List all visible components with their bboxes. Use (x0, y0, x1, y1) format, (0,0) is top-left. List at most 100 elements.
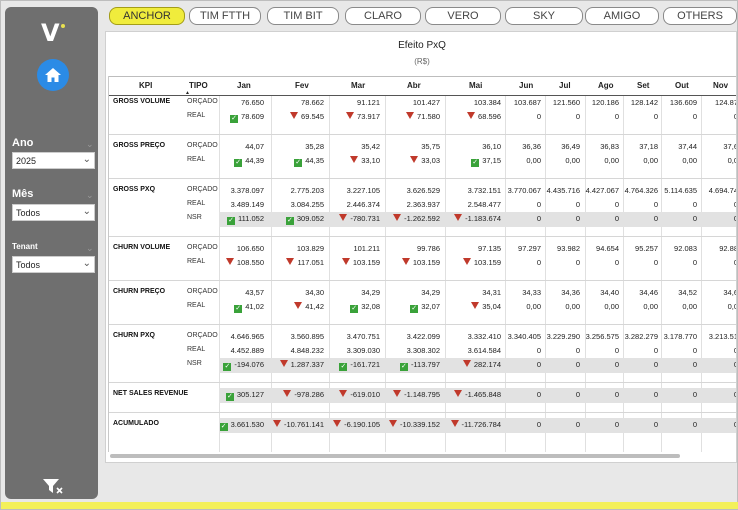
tab-tim-ftth[interactable]: TIM FTTH (189, 7, 261, 25)
column-header[interactable]: Nov (713, 81, 728, 90)
table-cell: 3.489.149 (231, 200, 264, 209)
table-cell: 4.452.889 (231, 346, 264, 355)
cell-value: 34,40 (600, 288, 619, 297)
table-cell: 4.646.965 (231, 332, 264, 341)
cell-value: 3.308.302 (406, 346, 440, 355)
tab-anchor[interactable]: ANCHOR (109, 7, 185, 25)
cell-value: 34,33 (522, 288, 541, 297)
table-cell: 78.662 (301, 98, 324, 107)
check-up-icon: ✓ (339, 363, 348, 371)
column-header[interactable]: Jun (519, 81, 533, 90)
row-divider (109, 134, 736, 135)
cell-value: 71.580 (417, 112, 440, 121)
tab-amigo[interactable]: AMIGO (585, 7, 659, 25)
cell-value: 95.257 (635, 244, 658, 253)
tab-sky[interactable]: SKY (505, 7, 583, 25)
row-divider (109, 324, 736, 325)
ano-chevron-icon[interactable]: ⌄ (86, 139, 94, 150)
triangle-down-icon (450, 420, 459, 427)
triangle-down-icon (393, 390, 402, 397)
clear-filters-button[interactable] (42, 477, 64, 500)
cell-value: 0 (575, 214, 580, 223)
cell-value: -1.148.795 (404, 390, 440, 399)
sort-arrow-icon[interactable]: ▲ (185, 90, 190, 96)
check-up-icon: ✓ (294, 159, 303, 167)
cell-value: 3.309.030 (346, 346, 380, 355)
mes-chevron-icon[interactable]: ⌄ (86, 190, 94, 201)
tenant-select[interactable]: Todos ⌄ (12, 256, 95, 273)
cell-value: 305.127 (236, 390, 264, 399)
column-header[interactable]: Out (675, 81, 689, 90)
kpi-label: ACUMULADO (113, 420, 159, 427)
table-cell: 0 (693, 346, 697, 355)
column-header[interactable]: Ago (598, 81, 614, 90)
tab-tim-bit[interactable]: TIM BIT (267, 7, 339, 25)
cell-value: 0 (653, 258, 658, 267)
table-cell: 0 (654, 346, 658, 355)
table-cell: 92.083 (674, 244, 697, 253)
table-cell: ✓ 44,35 (294, 156, 324, 167)
cell-value: 3.560.895 (290, 332, 324, 341)
table-cell: 0,00 (604, 302, 619, 311)
column-header[interactable]: Fev (295, 81, 309, 90)
table-cell: -619.010 (339, 390, 380, 399)
table-cell: 36,83 (600, 142, 619, 151)
column-header[interactable]: Jan (237, 81, 251, 90)
cell-value: 34,29 (421, 288, 440, 297)
app-frame: V Ano ⌄ 2025 ⌄ Mês ⌄ Todos ⌄ Tenant ⌄ To… (0, 0, 738, 510)
cell-value: 3.256.575 (585, 332, 619, 341)
triangle-down-icon (388, 420, 397, 427)
cell-value: 0 (653, 420, 658, 429)
cell-value: 78.662 (301, 98, 324, 107)
mes-select[interactable]: Todos ⌄ (12, 204, 95, 221)
cell-value: 0,00 (643, 302, 658, 311)
cell-value: -780.731 (350, 214, 380, 223)
table-cell: 71.580 (406, 112, 440, 121)
table-cell: -6.190.105 (333, 420, 380, 429)
tab-vero[interactable]: VERO (425, 7, 501, 25)
ano-select[interactable]: 2025 ⌄ (12, 152, 95, 169)
check-up-icon: ✓ (223, 363, 232, 371)
table-cell: 3.422.099 (407, 332, 440, 341)
column-header[interactable]: Mar (351, 81, 365, 90)
table-cell: 0 (615, 200, 619, 209)
cell-value: -10.761.141 (283, 420, 324, 429)
cell-value: 36,36 (522, 142, 541, 151)
cell-value: 0 (614, 112, 619, 121)
table-cell: 0 (654, 360, 658, 369)
cell-value: 92.083 (674, 244, 697, 253)
kpi-label: CHURN VOLUME (113, 244, 171, 251)
cell-value: 0 (653, 200, 658, 209)
tab-claro[interactable]: CLARO (345, 7, 421, 25)
table-cell: 0 (693, 258, 697, 267)
table-cell: 0 (576, 258, 580, 267)
cell-value: 32,07 (421, 302, 440, 311)
cell-value: -194.076 (234, 360, 264, 369)
column-header[interactable]: Jul (559, 81, 571, 90)
tipo-label: ORÇADO (187, 288, 218, 295)
column-header[interactable]: Mai (469, 81, 482, 90)
table-cell: 34,33 (522, 288, 541, 297)
cell-value: 2.775.203 (290, 186, 324, 195)
table-cell: 97.297 (518, 244, 541, 253)
table-cell: 4.435.716 (547, 186, 580, 195)
cell-value: 4.452.889 (230, 346, 264, 355)
report-subtitle: (R$) (414, 57, 430, 66)
home-button[interactable] (37, 59, 69, 91)
table-cell: ✓ 305.127 (225, 390, 264, 401)
cell-value: 5.114.635 (664, 186, 697, 195)
triangle-down-icon (410, 156, 419, 163)
cell-value: 34,6 (723, 288, 736, 297)
cell-value: 0 (536, 214, 541, 223)
cell-value: 0 (614, 360, 619, 369)
horizontal-scrollbar[interactable] (110, 454, 680, 458)
tab-others[interactable]: OTHERS (663, 7, 737, 25)
column-header[interactable]: Abr (407, 81, 421, 90)
cell-value: 3.614.584 (467, 346, 501, 355)
cell-value: 0 (536, 112, 541, 121)
tenant-label: Tenant (12, 242, 38, 251)
cell-value: 0 (575, 200, 580, 209)
tenant-chevron-icon[interactable]: ⌄ (86, 243, 94, 254)
triangle-down-icon (339, 390, 348, 397)
column-header[interactable]: Set (637, 81, 649, 90)
